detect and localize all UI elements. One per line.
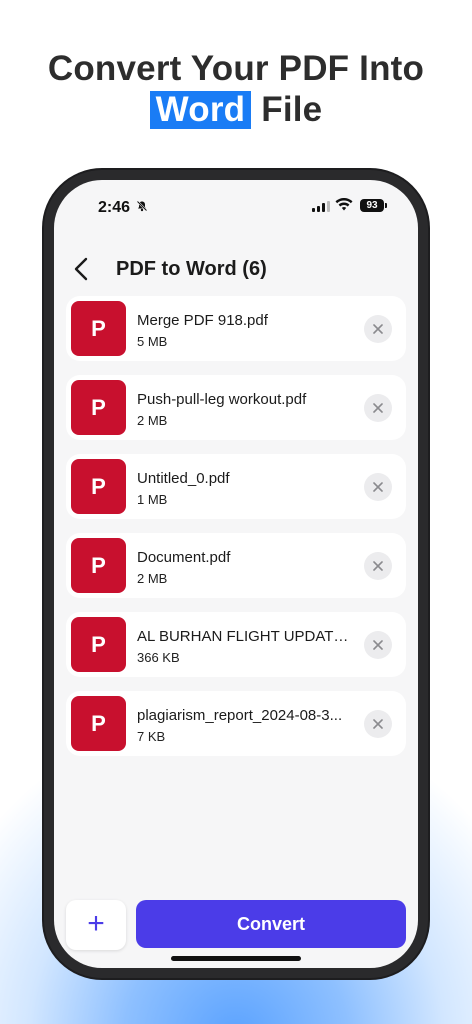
chevron-left-icon	[74, 257, 88, 281]
close-icon	[373, 561, 383, 571]
headline-line2: Word File	[0, 89, 472, 130]
close-icon	[373, 640, 383, 650]
wifi-icon	[335, 197, 353, 217]
file-name: plagiarism_report_2024-08-3...	[137, 707, 343, 724]
file-list: P Merge PDF 918.pdf 5 MB P Push-pull-leg…	[66, 296, 406, 770]
close-icon	[373, 719, 383, 729]
file-card[interactable]: P AL BURHAN FLIGHT UPDATE.... 366 KB	[66, 612, 406, 677]
file-card[interactable]: P plagiarism_report_2024-08-3... 7 KB	[66, 691, 406, 756]
file-name: AL BURHAN FLIGHT UPDATE....	[137, 628, 357, 645]
file-size: 1 MB	[137, 492, 168, 507]
phone-frame: 2:46 93 PDF to Word (6) P Merge PDF 918.…	[44, 170, 428, 978]
bell-slash-icon	[136, 200, 148, 215]
pdf-file-icon: P	[71, 617, 126, 672]
file-card[interactable]: P Document.pdf 2 MB	[66, 533, 406, 598]
promo-headline: Convert Your PDF Into Word File	[0, 48, 472, 130]
add-file-button[interactable]: +	[66, 900, 126, 950]
app-screen: 2:46 93 PDF to Word (6) P Merge PDF 918.…	[54, 180, 418, 968]
pdf-file-icon: P	[71, 538, 126, 593]
remove-file-button[interactable]	[364, 552, 392, 580]
pdf-file-icon: P	[71, 380, 126, 435]
file-size: 7 KB	[137, 729, 166, 744]
home-indicator	[171, 956, 301, 961]
file-size: 5 MB	[137, 334, 168, 349]
back-button[interactable]	[72, 256, 92, 282]
convert-button[interactable]: Convert	[136, 900, 406, 948]
remove-file-button[interactable]	[364, 394, 392, 422]
pdf-file-icon: P	[71, 301, 126, 356]
file-size: 2 MB	[137, 571, 168, 586]
remove-file-button[interactable]	[364, 473, 392, 501]
remove-file-button[interactable]	[364, 315, 392, 343]
close-icon	[373, 403, 383, 413]
file-name: Untitled_0.pdf	[137, 470, 230, 487]
file-name: Push-pull-leg workout.pdf	[137, 391, 307, 408]
file-name: Merge PDF 918.pdf	[137, 312, 268, 329]
cellular-signal-icon	[312, 201, 330, 212]
status-time: 2:46	[98, 199, 131, 216]
file-name: Document.pdf	[137, 549, 231, 566]
file-card[interactable]: P Untitled_0.pdf 1 MB	[66, 454, 406, 519]
pdf-file-icon: P	[71, 459, 126, 514]
file-card[interactable]: P Merge PDF 918.pdf 5 MB	[66, 296, 406, 361]
page-title: PDF to Word (6)	[116, 258, 267, 280]
headline-line1: Convert Your PDF Into	[47, 49, 425, 88]
headline-line2-rest: File	[261, 90, 323, 129]
file-size: 366 KB	[137, 650, 180, 665]
file-card[interactable]: P Push-pull-leg workout.pdf 2 MB	[66, 375, 406, 440]
pdf-file-icon: P	[71, 696, 126, 751]
file-size: 2 MB	[137, 413, 168, 428]
battery-indicator: 93	[360, 199, 387, 212]
close-icon	[373, 482, 383, 492]
status-bar: 2:46 93	[54, 180, 418, 232]
close-icon	[373, 324, 383, 334]
remove-file-button[interactable]	[364, 631, 392, 659]
remove-file-button[interactable]	[364, 710, 392, 738]
headline-highlight: Word	[149, 91, 252, 129]
